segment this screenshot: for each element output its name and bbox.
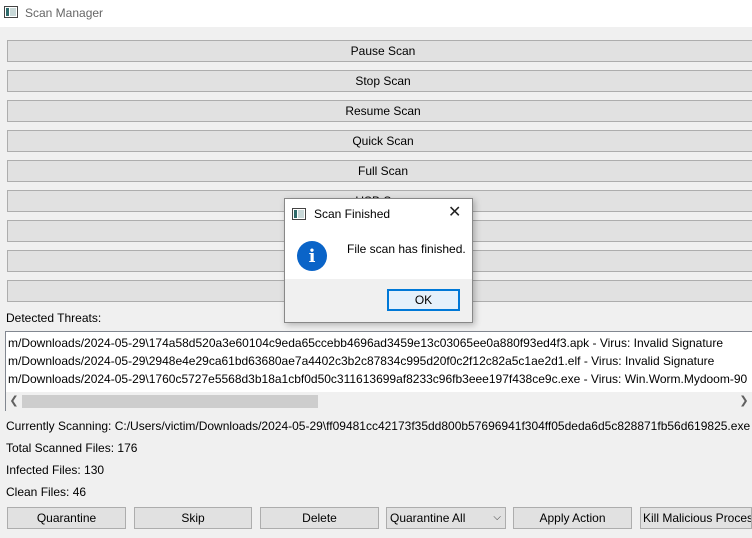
apply-action-button[interactable]: Apply Action xyxy=(513,507,632,529)
title-bar: Scan Manager xyxy=(0,0,752,27)
clean-files-text: Clean Files: 46 xyxy=(6,485,87,499)
dialog-footer: OK xyxy=(285,279,472,322)
action-select-value: Quarantine All xyxy=(390,511,466,525)
detected-threats-label: Detected Threats: xyxy=(6,311,102,325)
list-item[interactable]: m/Downloads/2024-05-29\1760c5727e5568d3b… xyxy=(8,370,747,388)
chevron-down-icon: ⌵ xyxy=(493,512,501,523)
list-item[interactable]: m/Downloads/2024-05-29\174a58d520a3e6010… xyxy=(8,334,723,352)
kill-process-button[interactable]: Kill Malicious Process xyxy=(640,507,752,529)
info-icon: i xyxy=(297,241,327,271)
window-title: Scan Manager xyxy=(25,6,104,20)
horizontal-scrollbar[interactable]: ❮ ❯ xyxy=(6,392,752,411)
dialog-message: File scan has finished. xyxy=(347,242,466,256)
list-item[interactable]: m/Downloads/2024-05-29\2948e4e29ca61bd63… xyxy=(8,352,714,370)
scroll-right-icon[interactable]: ❯ xyxy=(736,394,752,409)
pause-scan-button[interactable]: Pause Scan xyxy=(7,40,752,62)
resume-scan-button[interactable]: Resume Scan xyxy=(7,100,752,122)
action-select[interactable]: Quarantine All ⌵ xyxy=(386,507,506,529)
ok-button[interactable]: OK xyxy=(387,289,460,311)
stop-scan-button[interactable]: Stop Scan xyxy=(7,70,752,92)
quick-scan-button[interactable]: Quick Scan xyxy=(7,130,752,152)
delete-button[interactable]: Delete xyxy=(260,507,379,529)
dialog-app-icon xyxy=(292,208,306,220)
skip-button[interactable]: Skip xyxy=(134,507,252,529)
scroll-thumb[interactable] xyxy=(22,395,318,408)
currently-scanning-text: Currently Scanning: C:/Users/victim/Down… xyxy=(6,419,751,433)
close-icon[interactable]: ✕ xyxy=(448,204,461,222)
app-icon xyxy=(4,6,18,18)
total-scanned-text: Total Scanned Files: 176 xyxy=(6,441,138,455)
infected-files-text: Infected Files: 130 xyxy=(6,463,105,477)
threat-list[interactable]: m/Downloads/2024-05-29\174a58d520a3e6010… xyxy=(5,331,752,411)
scan-finished-dialog: Scan Finished ✕ i File scan has finished… xyxy=(284,198,473,323)
dialog-title-bar: Scan Finished ✕ xyxy=(285,199,472,229)
dialog-title: Scan Finished xyxy=(314,207,391,221)
quarantine-button[interactable]: Quarantine xyxy=(7,507,126,529)
full-scan-button[interactable]: Full Scan xyxy=(7,160,752,182)
scroll-left-icon[interactable]: ❮ xyxy=(6,394,22,409)
